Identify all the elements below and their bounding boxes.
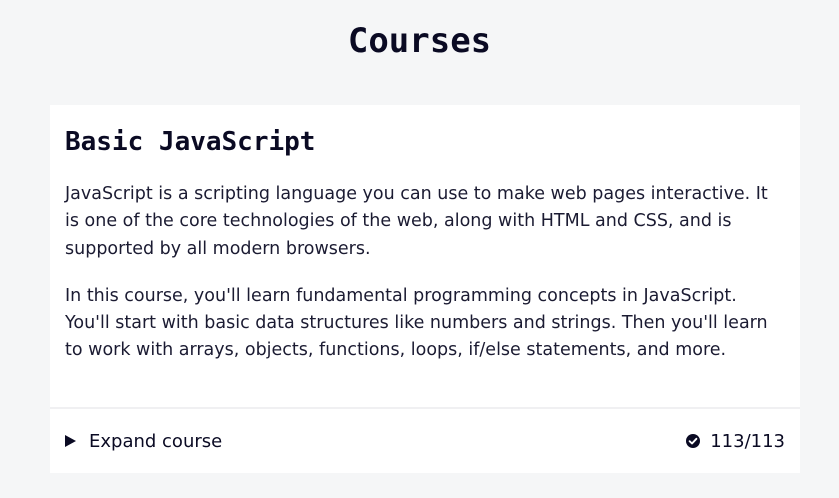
course-title: Basic JavaScript [65, 127, 316, 157]
expand-course-button[interactable]: Expand course [65, 431, 222, 452]
course-body: Basic JavaScript JavaScript is a scripti… [50, 105, 800, 407]
progress-count: 113/113 [710, 430, 785, 452]
course-card: Basic JavaScript JavaScript is a scripti… [50, 105, 800, 473]
triangle-right-icon [65, 435, 76, 447]
course-footer: Expand course 113/113 [50, 409, 800, 473]
check-circle-icon [686, 434, 701, 448]
page-title: Courses [347, 21, 492, 61]
expand-course-label: Expand course [89, 430, 223, 452]
course-description-2: In this course, you'll learn fundamental… [65, 285, 768, 361]
course-description-1: JavaScript is a scripting language you c… [65, 184, 768, 259]
course-progress: 113/113 [686, 431, 785, 452]
